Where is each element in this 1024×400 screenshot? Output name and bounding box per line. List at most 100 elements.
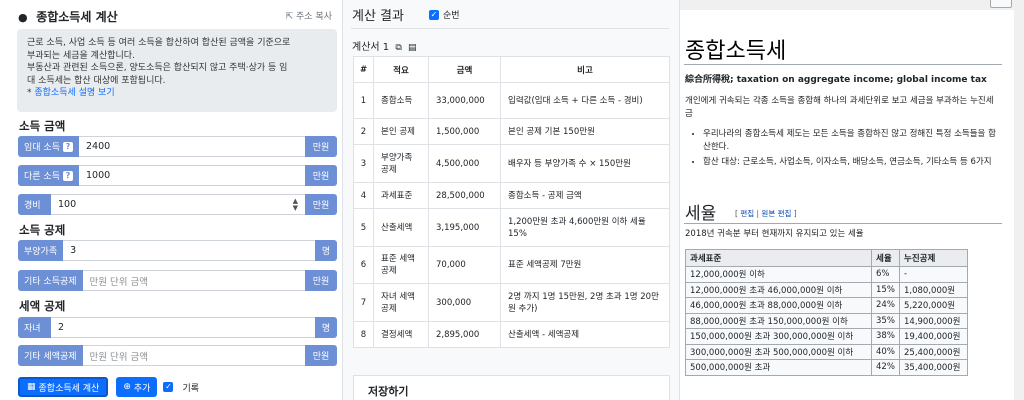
other-income-input[interactable]: 1000 [78,165,305,186]
col-header: 누진공제 [899,249,968,267]
table-row: 8 결정세액 2,895,000 산출세액 - 세액공제 [353,321,670,348]
table-cell: 40% [871,343,900,360]
table-row: 4 과세표준 28,500,000 종합소득 - 공제 금액 [353,182,670,209]
other-deduction-input[interactable]: 만원 단위 금액 [82,270,305,291]
row-item: 부양가족 공제 [373,144,429,183]
row-amount: 28,500,000 [428,182,501,209]
action-bar: ▦ 종합소득세 계산 ⊕ 추가 ✓ 기록 [18,377,199,397]
help-icon[interactable]: ? [62,141,73,152]
wiki-panel: 종합소득세 綜合所得稅; taxation on aggregate incom… [680,0,1024,400]
other-deduction-row: 기타 소득공제 만원 단위 금액 만원 [18,270,337,291]
calculator-panel: ● 종합소득세 계산 ⇱ 주소 복사 근로 소득, 사업 소득 등 여러 소득을… [0,0,342,400]
calculate-button[interactable]: ▦ 종합소득세 계산 [18,377,109,397]
table-cell: 12,000,000원 초과 46,000,000원 이하 [685,281,872,298]
col-header: 적요 [373,56,429,83]
source-edit-link[interactable]: 원본 편집 [761,209,791,218]
table-row: 12,000,000원 초과 46,000,000원 이하 15% 1,080,00… [685,281,968,298]
other-tax-deduction-input[interactable]: 만원 단위 금액 [82,345,305,366]
spinner-icon[interactable]: ▲ ▼ [293,197,298,212]
seq-checkbox[interactable]: ✓ [429,9,439,20]
table-row: 150,000,000원 초과 300,000,000원 이하 38% 19,400… [685,328,968,345]
record-checkbox[interactable]: ✓ [163,382,174,392]
table-cell: 42% [871,359,900,376]
row-number: 8 [353,321,374,348]
wiki-topbar [680,0,1024,10]
table-row: 5 산출세액 3,195,000 1,200만원 초과 4,600만원 이하 세… [353,208,670,247]
address-copy-link[interactable]: ⇱ 주소 복사 [286,9,332,22]
other-income-label-text: 다른 소득 [24,172,60,182]
add-button[interactable]: ⊕ 추가 [116,377,158,397]
other-income-unit: 만원 [305,165,337,186]
expense-label: 경비 [18,194,51,215]
row-amount: 300,000 [428,283,501,322]
explain-link[interactable]: 종합소득세 설명 보기 [34,88,114,98]
seq-toggle[interactable]: ✓ 순번 [429,8,460,21]
calc-sheet-title: 계산서 1 ⧉ ▤ [352,38,416,53]
row-note: 종합소득 - 공제 금액 [500,182,670,209]
edit-link[interactable]: 편집 [740,209,754,218]
save-section: 저장하기 [353,375,670,400]
row-note: 배우자 등 부양가족 수 × 150만원 [500,144,670,183]
row-number: 3 [353,144,374,183]
other-income-row: 다른 소득? 1000 만원 [18,165,337,186]
row-number: 5 [353,208,374,247]
expense-input[interactable]: 100 ▲ ▼ [51,194,305,215]
row-amount: 3,195,000 [428,208,501,247]
rent-income-label-text: 임대 소득 [24,143,60,153]
col-header: 금액 [428,56,501,83]
table-cell: 88,000,000원 초과 150,000,000원 이하 [685,312,872,329]
col-header: 비고 [500,56,670,83]
page-title-text: 종합소득세 계산 [36,10,118,24]
table-row: 300,000,000원 초과 500,000,000원 이하 40% 25,400… [685,343,968,360]
table-cell: 24% [871,297,900,314]
plus-circle-icon: ⊕ [123,382,131,392]
result-panel: 계산 결과 ✓ 순번 계산서 1 ⧉ ▤ # 적요 금액 비고 1 종합소득 3… [342,0,680,400]
rent-income-row: 임대 소득? 2400 만원 [18,136,337,157]
row-note: 본인 공제 기본 150만원 [500,118,670,145]
address-copy-label: 주소 복사 [296,12,332,22]
dependents-label: 부양가족 [18,240,64,261]
help-icon[interactable]: ? [62,170,73,181]
table-cell: 300,000,000원 초과 500,000,000원 이하 [685,343,872,360]
income-section-title: 소득 금액 [19,119,66,133]
coins-icon: ● [18,11,28,24]
children-row: 자녀 2 명 [18,317,337,338]
info-box: 근로 소득, 사업 소득 등 여러 소득을 합산하여 합산된 금액을 기준으로 … [17,29,337,112]
row-amount: 70,000 [428,246,501,284]
wiki-title: 종합소득세 [685,39,787,64]
rent-income-input[interactable]: 2400 [78,136,305,157]
document-icon[interactable]: ▤ [408,43,417,53]
table-cell: 1,080,000원 [899,281,968,298]
row-item: 종합소득 [373,82,429,119]
table-cell: 15% [871,281,900,298]
table-row: 7 자녀 세액 공제 300,000 2명 까지 1명 15만원, 2명 초과 … [353,283,670,322]
table-cell: 46,000,000원 초과 88,000,000원 이하 [685,297,872,314]
table-row: 88,000,000원 초과 150,000,000원 이하 35% 14,900,… [685,312,968,329]
table-cell: - [899,266,968,283]
row-note: 입력값(임대 소득 + 다른 소득 - 경비) [500,82,670,119]
table-row: 1 종합소득 33,000,000 입력값(임대 소득 + 다른 소득 - 경비… [353,82,670,119]
table-cell: 12,000,000원 이하 [685,266,872,283]
seq-label: 순번 [443,11,460,21]
table-row: 500,000,000원 초과 42% 35,400,000원 [685,359,968,376]
children-input[interactable]: 2 [51,317,315,338]
list-item: 합산 대상: 근로소득, 사업소득, 이자소득, 배당소득, 연금소득, 기타소… [703,156,1001,169]
copy-icon[interactable]: ⧉ [395,43,401,53]
children-unit: 명 [315,317,337,338]
row-item: 본인 공제 [373,118,429,145]
result-title: 계산 결과 [352,9,404,24]
rent-income-unit: 만원 [305,136,337,157]
info-line: 대 소득세는 합산 대상에 포함됩니다. [27,75,166,86]
col-header: 과세표준 [685,249,872,267]
expense-row: 경비 100 ▲ ▼ 만원 [18,194,337,215]
row-number: 1 [353,82,374,119]
dependents-input[interactable]: 3 [63,240,315,261]
row-amount: 1,500,000 [428,118,501,145]
tax-deduction-section-title: 세액 공제 [19,299,66,313]
calculator-icon: ▦ [27,382,36,392]
menu-button[interactable] [990,0,1012,8]
info-line: 근로 소득, 사업 소득 등 여러 소득을 합산하여 합산된 금액을 기준으로 [27,38,291,48]
row-number: 6 [353,246,374,284]
table-cell: 19,400,000원 [899,328,968,345]
scrollbar[interactable] [1014,10,1024,400]
